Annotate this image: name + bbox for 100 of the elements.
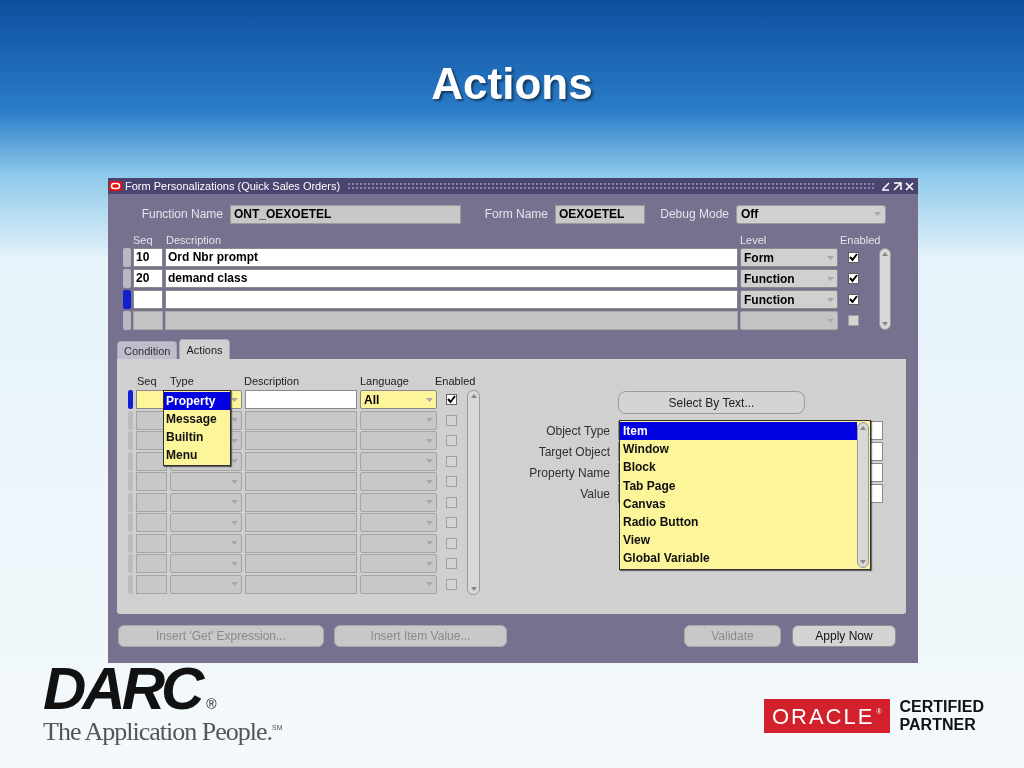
language-select[interactable] bbox=[360, 451, 437, 471]
dropdown-option[interactable]: Builtin bbox=[164, 428, 230, 446]
dropdown-option[interactable]: View bbox=[620, 531, 857, 550]
description-field[interactable] bbox=[245, 554, 357, 573]
window-title: Form Personalizations (Quick Sales Orders) bbox=[125, 178, 341, 194]
dropdown-option[interactable]: Property bbox=[164, 392, 230, 410]
dropdown-option[interactable]: Message bbox=[164, 410, 230, 428]
dropdown-arrow-icon[interactable] bbox=[231, 418, 238, 422]
language-select[interactable] bbox=[360, 492, 437, 512]
level-select[interactable] bbox=[740, 311, 838, 330]
scroll-down-icon[interactable] bbox=[470, 587, 477, 591]
minimize-icon[interactable] bbox=[881, 181, 890, 191]
checkbox[interactable] bbox=[847, 294, 859, 305]
debug-mode-select[interactable]: Off bbox=[736, 204, 886, 224]
logo-tagline: The Application People. bbox=[43, 717, 272, 747]
partner-caption: PARTNER bbox=[899, 716, 977, 734]
tab[interactable]: Actions bbox=[179, 339, 230, 359]
column-header: Enabled bbox=[840, 234, 882, 246]
description-field[interactable] bbox=[245, 451, 357, 471]
description-field[interactable] bbox=[165, 311, 738, 330]
slide-title: Actions bbox=[431, 58, 593, 110]
field-label: Target Object bbox=[537, 443, 610, 461]
description-field[interactable] bbox=[245, 513, 357, 532]
level-select[interactable]: Form bbox=[740, 248, 838, 267]
row-marker[interactable] bbox=[123, 248, 131, 267]
readonly-field[interactable]: ONT_OEXOETEL bbox=[230, 204, 461, 224]
description-field[interactable] bbox=[245, 431, 357, 450]
row-marker[interactable] bbox=[128, 390, 133, 409]
type-dropdown-list[interactable]: Property Message Builtin Menu bbox=[163, 390, 231, 466]
column-header: Description bbox=[244, 375, 301, 387]
language-select[interactable]: All bbox=[360, 390, 437, 409]
language-select[interactable] bbox=[360, 533, 437, 553]
level-select[interactable]: Function bbox=[740, 290, 838, 309]
row-marker[interactable] bbox=[123, 269, 131, 288]
checkbox[interactable] bbox=[445, 394, 457, 405]
description-field[interactable]: demand class bbox=[165, 269, 738, 288]
column-header: Type bbox=[170, 375, 195, 387]
object-type-dropdown-list[interactable]: Item Window Block Tab Page Canvas Radio Button View Global Variable bbox=[619, 420, 871, 570]
seq-field[interactable]: 20 bbox=[133, 269, 163, 288]
field-label: Value bbox=[579, 485, 610, 503]
row-marker[interactable] bbox=[123, 290, 131, 309]
type-select[interactable] bbox=[170, 492, 242, 512]
level-select[interactable]: Function bbox=[740, 269, 838, 288]
select-by-text-button[interactable]: Select By Text... bbox=[618, 391, 805, 414]
language-select[interactable] bbox=[360, 431, 437, 450]
checkbox[interactable] bbox=[847, 273, 859, 284]
type-select[interactable] bbox=[170, 574, 242, 594]
dropdown-option[interactable]: Block bbox=[620, 458, 857, 477]
description-field[interactable] bbox=[245, 410, 357, 430]
column-header: Seq bbox=[137, 375, 158, 387]
checkbox[interactable] bbox=[847, 252, 859, 263]
readonly-field[interactable]: OEXOETEL bbox=[555, 204, 645, 224]
dropdown-arrow-icon[interactable] bbox=[231, 438, 238, 443]
scroll-down-icon[interactable] bbox=[860, 560, 866, 564]
field-label: Debug Mode bbox=[659, 206, 730, 223]
tab[interactable]: Condition bbox=[117, 341, 178, 359]
dropdown-arrow-icon[interactable] bbox=[231, 397, 238, 402]
dropdown-option[interactable]: Menu bbox=[164, 446, 230, 464]
type-select[interactable] bbox=[170, 554, 242, 573]
description-field[interactable] bbox=[165, 290, 738, 309]
field-label: Function Name bbox=[140, 206, 224, 223]
logo-wordmark: DARC bbox=[43, 661, 201, 717]
description-field[interactable] bbox=[245, 533, 357, 553]
scroll-up-icon[interactable] bbox=[882, 252, 888, 256]
dropdown-option[interactable]: Canvas bbox=[620, 494, 857, 513]
scroll-up-icon[interactable] bbox=[470, 394, 477, 398]
dropdown-arrow-icon[interactable] bbox=[231, 459, 238, 463]
type-select[interactable] bbox=[170, 513, 242, 532]
scroll-down-icon[interactable] bbox=[882, 322, 888, 326]
type-select[interactable] bbox=[170, 533, 242, 553]
close-icon[interactable] bbox=[905, 181, 914, 191]
scrollbar[interactable] bbox=[879, 248, 891, 330]
seq-field[interactable] bbox=[133, 290, 163, 309]
scroll-up-icon[interactable] bbox=[860, 426, 866, 430]
column-header: Level bbox=[740, 234, 768, 246]
dropdown-option[interactable]: Item bbox=[620, 422, 857, 441]
seq-field[interactable]: 10 bbox=[133, 248, 163, 267]
scrollbar[interactable] bbox=[467, 390, 480, 595]
dropdown-option[interactable]: Global Variable bbox=[620, 549, 857, 568]
column-header: Enabled bbox=[435, 375, 477, 387]
dropdown-option[interactable]: Tab Page bbox=[620, 476, 857, 495]
language-select[interactable] bbox=[360, 554, 437, 573]
button[interactable]: Apply Now bbox=[792, 624, 896, 647]
scrollbar[interactable] bbox=[857, 422, 869, 568]
app-icon bbox=[109, 181, 122, 191]
description-field[interactable]: Ord Nbr prompt bbox=[165, 248, 738, 267]
language-select[interactable] bbox=[360, 574, 437, 594]
description-field[interactable] bbox=[245, 492, 357, 512]
language-select[interactable] bbox=[360, 513, 437, 532]
language-select[interactable] bbox=[360, 410, 437, 430]
language-select[interactable] bbox=[360, 472, 437, 491]
field-label: Object Type bbox=[545, 422, 610, 440]
dropdown-option[interactable]: Radio Button bbox=[620, 512, 857, 532]
dropdown-arrow-icon[interactable] bbox=[426, 397, 433, 402]
partner-caption: CERTIFIED bbox=[899, 698, 984, 716]
maximize-icon[interactable] bbox=[893, 181, 902, 191]
description-field[interactable] bbox=[245, 390, 357, 409]
dropdown-option[interactable]: Window bbox=[620, 440, 857, 459]
description-field[interactable] bbox=[245, 472, 357, 491]
description-field[interactable] bbox=[245, 574, 357, 594]
